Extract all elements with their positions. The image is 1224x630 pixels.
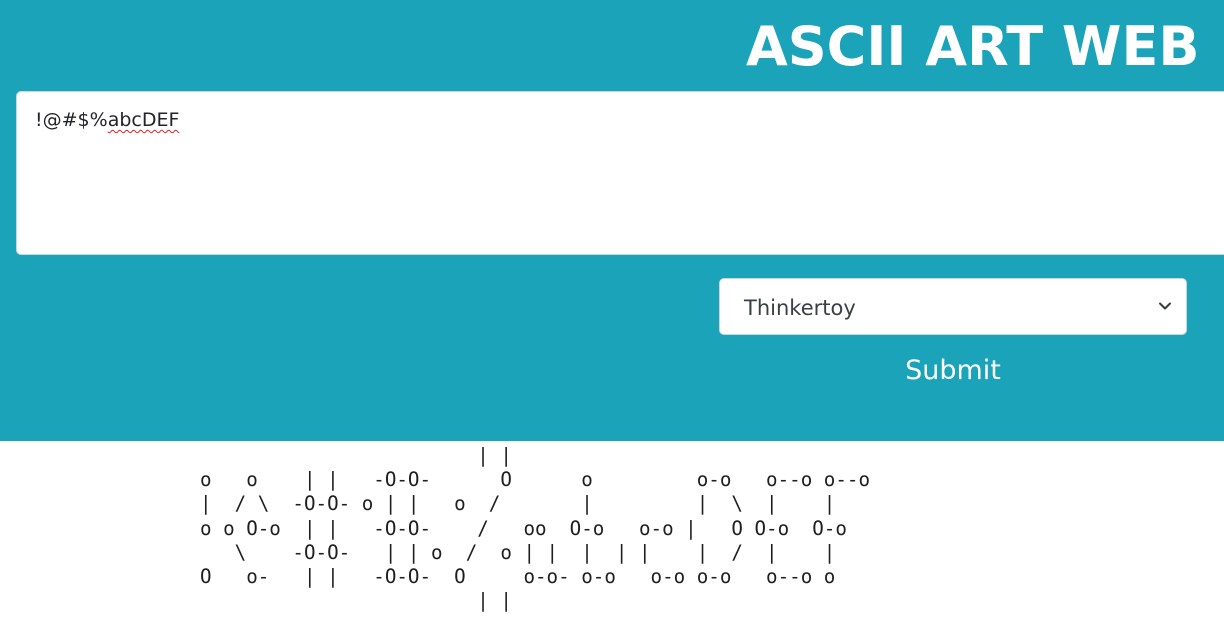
app-title: ASCII ART WEB xyxy=(746,15,1200,78)
submit-button[interactable]: Submit xyxy=(884,334,1022,408)
ascii-line: | / \ -O-O- o | | o / | | \ | | xyxy=(200,492,836,516)
ascii-art-output: | | o o | | -O-O- O o o-o o--o o--o | / \ … xyxy=(200,444,870,613)
banner-select-value: Thinkertoy xyxy=(744,296,856,320)
chevron-down-icon xyxy=(1159,302,1171,310)
banner-select[interactable]: Thinkertoy xyxy=(719,278,1187,335)
ascii-line: | | xyxy=(200,444,512,467)
ascii-line: | | xyxy=(200,589,512,613)
ascii-line: O o- | | -O-O- O o-o- o-o o-o o-o o--o o xyxy=(200,565,836,589)
text-input-symbols: !@#$% xyxy=(35,109,108,131)
text-input-letters: abcDEF xyxy=(107,109,180,131)
ascii-line: o o O-o | | -O-O- / oo O-o o-o | O O-o O… xyxy=(200,516,847,540)
text-input[interactable]: !@#$%abcDEF xyxy=(16,91,1224,255)
input-panel: ASCII ART WEB !@#$%abcDEF Thinkertoy Sub… xyxy=(0,0,1224,441)
ascii-line: \ -O-O- | | o / o | | | | | | / | | xyxy=(200,540,836,564)
ascii-line: o o | | -O-O- O o o-o o--o o--o xyxy=(200,468,871,492)
